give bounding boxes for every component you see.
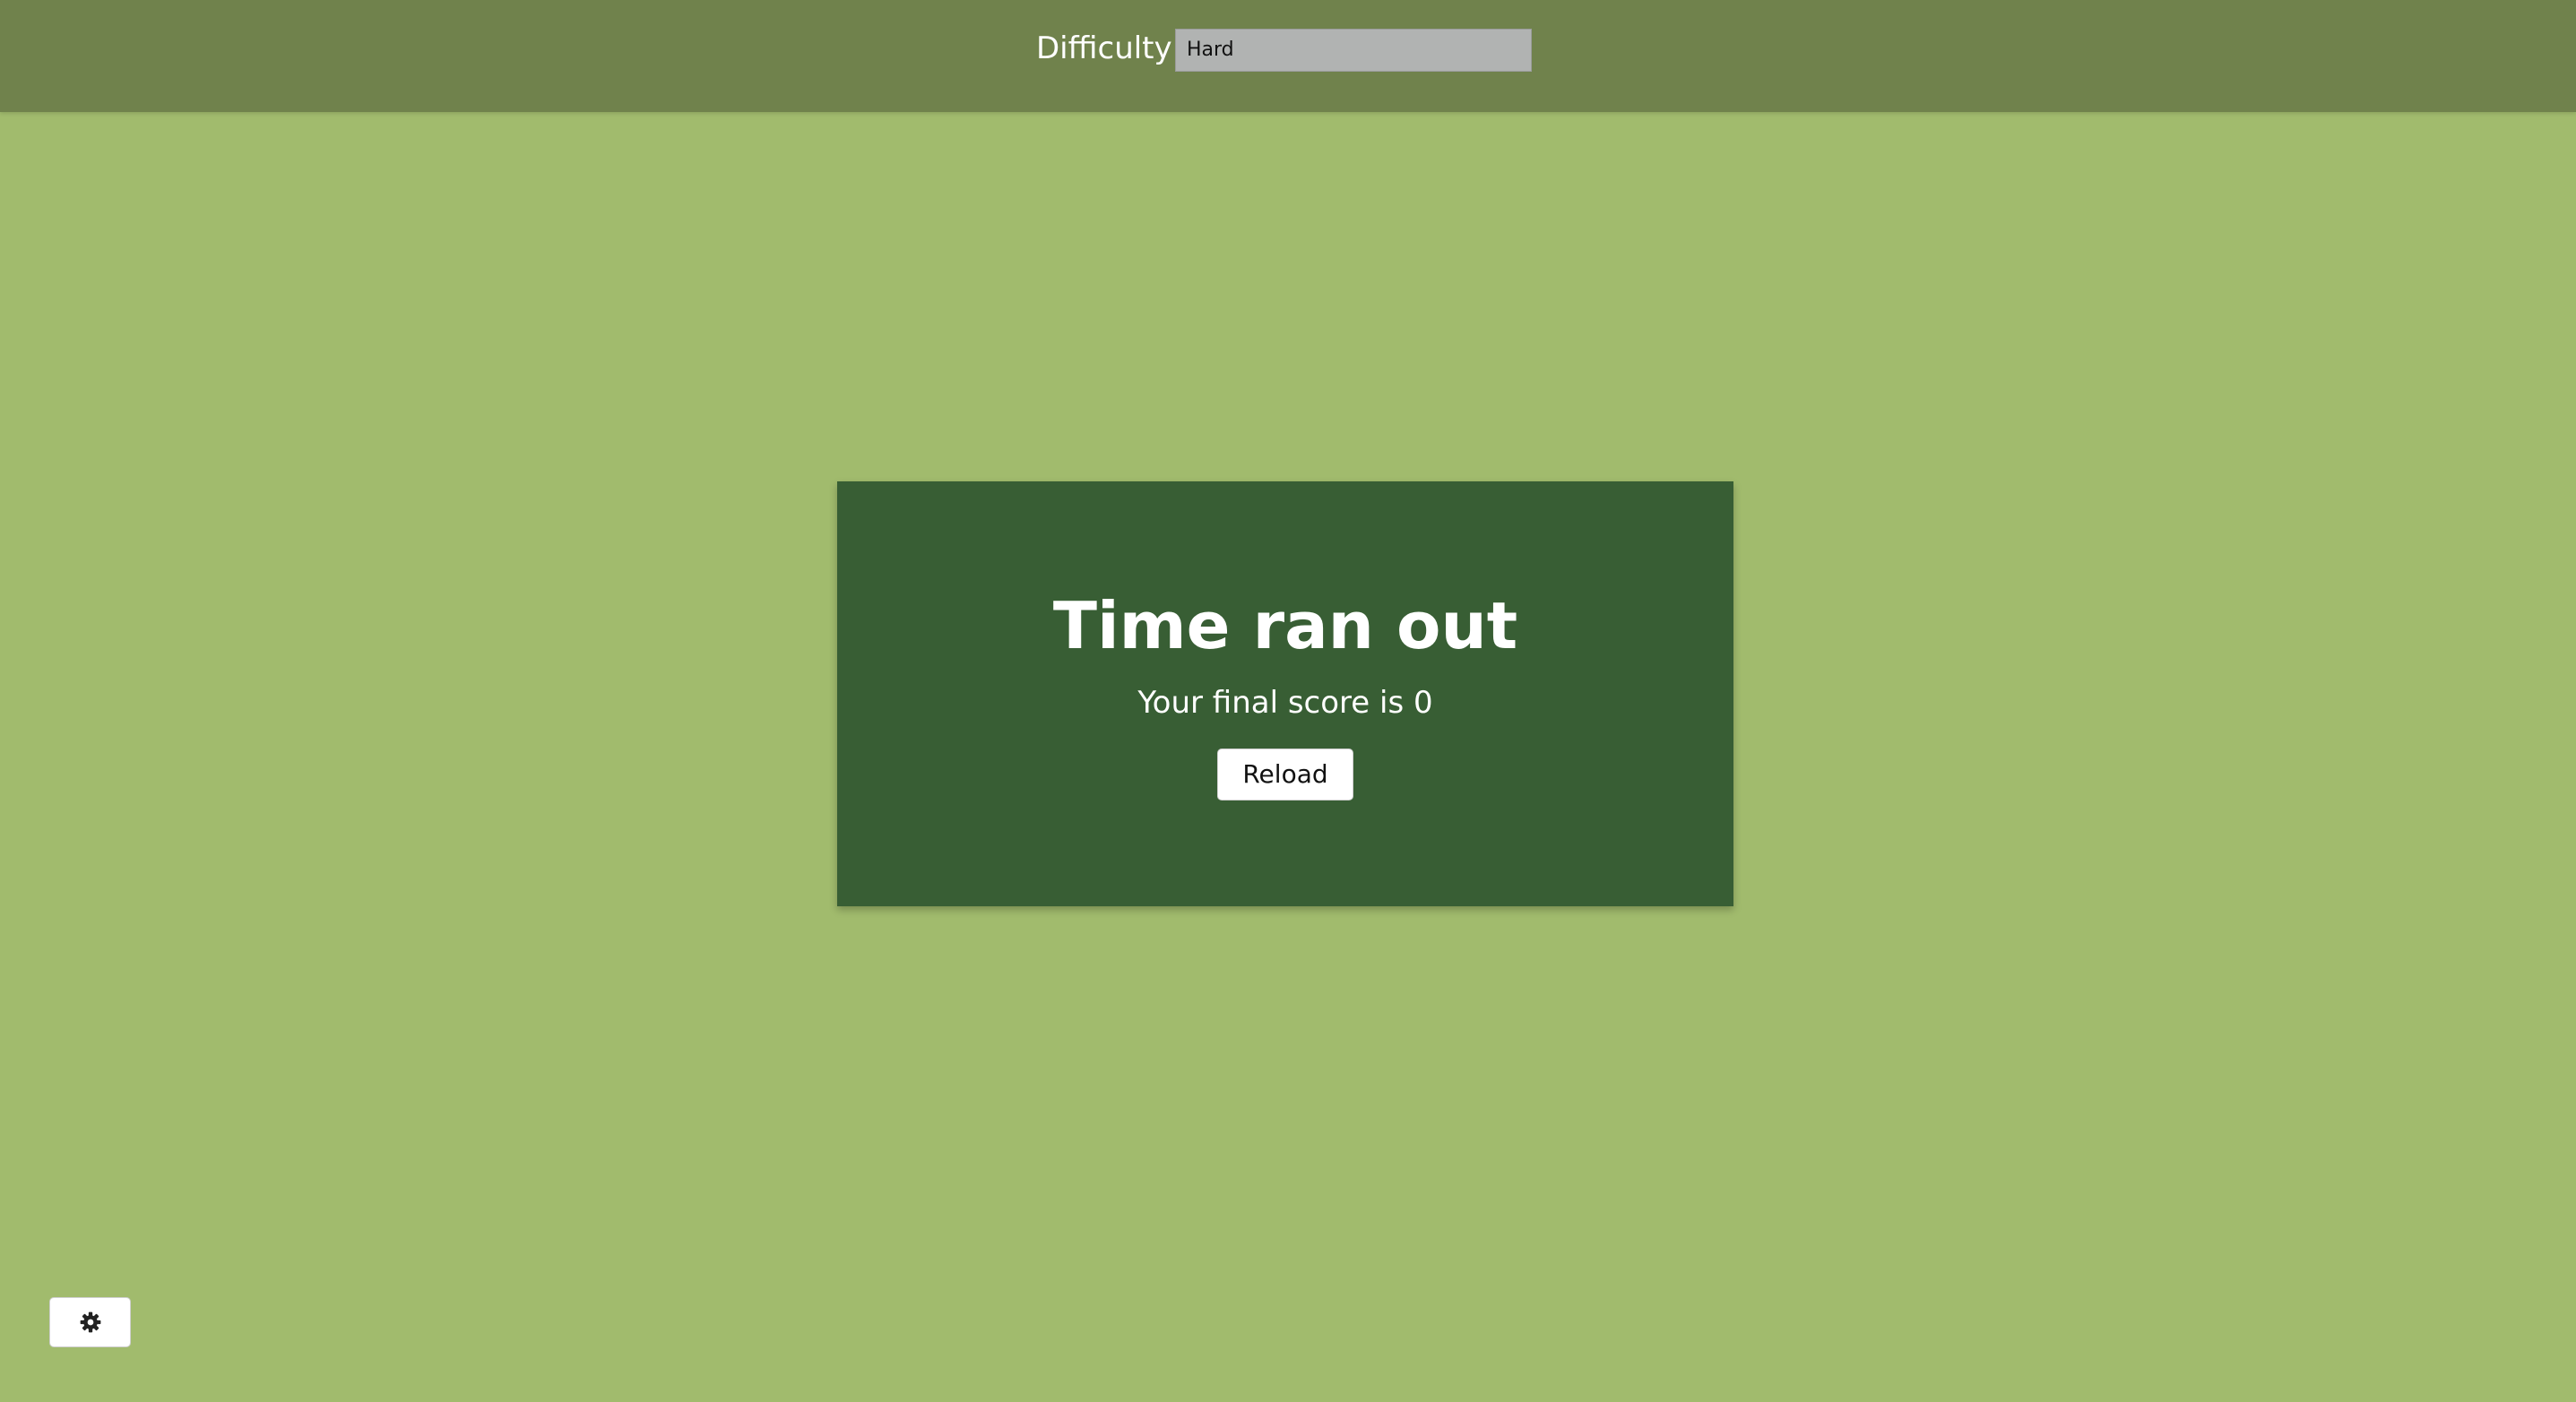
modal-title: Time ran out [1052, 588, 1518, 663]
gear-icon [79, 1311, 102, 1334]
top-bar: Difficulty Hard [0, 0, 2576, 112]
difficulty-label: Difficulty [1036, 30, 1172, 66]
reload-button[interactable]: Reload [1217, 749, 1353, 801]
settings-button[interactable] [49, 1297, 131, 1347]
game-over-modal: Time ran out Your final score is 0 Reloa… [837, 481, 1733, 906]
final-score-text: Your final score is 0 [1137, 685, 1433, 721]
difficulty-select[interactable]: Hard [1175, 29, 1532, 72]
